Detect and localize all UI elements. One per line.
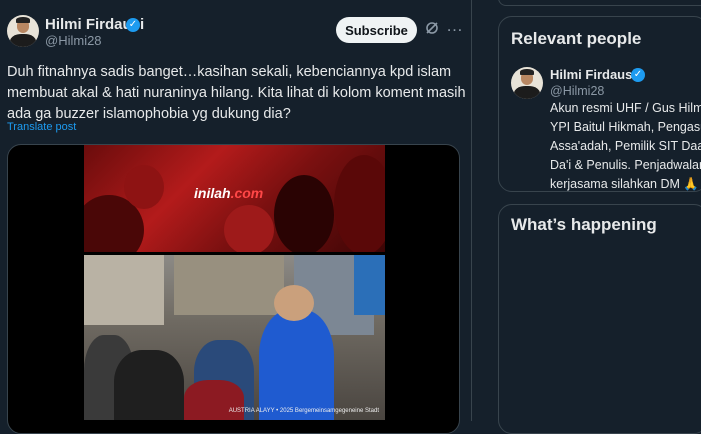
person-handle[interactable]: @Hilmi28 <box>550 84 604 98</box>
whats-happening-panel: What’s happening <box>498 204 701 434</box>
video-caption: AUSTRIA ALAYY • 2025 Bergemeinsamgegenei… <box>228 408 379 414</box>
relevant-people-panel: Relevant people Hilmi Firdausi ✓ @Hilmi2… <box>498 16 701 192</box>
relevant-people-card <box>498 0 701 6</box>
tweet-text: Duh fitnahnya sadis banget…kasihan sekal… <box>7 64 466 122</box>
video-frame-bottom: AUSTRIA ALAYY • 2025 Bergemeinsamgegenei… <box>84 255 385 420</box>
whats-happening-title: What’s happening <box>511 215 657 234</box>
grok-icon[interactable] <box>424 20 440 41</box>
tweet-video[interactable]: inilah.com AUSTRIA ALAYY • 2025 Bergemei… <box>7 144 460 434</box>
video-watermark: inilah.com <box>194 185 264 201</box>
subscribe-button[interactable]: Subscribe <box>336 17 417 43</box>
author-avatar[interactable] <box>7 15 39 47</box>
verified-badge-icon: ✓ <box>126 18 140 32</box>
more-icon[interactable]: … <box>446 16 463 36</box>
person-verified-badge-icon: ✓ <box>631 68 645 82</box>
author-handle[interactable]: @Hilmi28 <box>45 33 102 48</box>
person-name[interactable]: Hilmi Firdausi <box>550 67 636 82</box>
person-avatar[interactable] <box>511 67 543 99</box>
video-frame-top: inilah.com <box>84 145 385 252</box>
main-column: Hilmi Firdausi ✓ @Hilmi28 Subscribe … Du… <box>0 0 472 434</box>
person-bio: Akun resmi UHF / Gus Hilmi YPI Baitul Hi… <box>550 101 701 191</box>
translate-post-link[interactable]: Translate post <box>7 121 76 133</box>
relevant-people-title: Relevant people <box>511 29 642 48</box>
